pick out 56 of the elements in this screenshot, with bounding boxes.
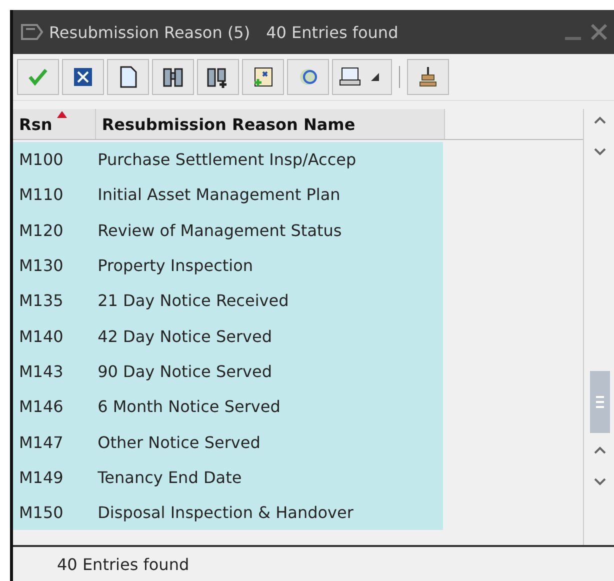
table-row[interactable]: M135 21 Day Notice Received — [13, 283, 443, 318]
table-cell-text: Purchase Settlement Insp/Accep — [96, 150, 358, 170]
pin-button[interactable] — [407, 59, 449, 95]
grip-icon — [596, 396, 604, 408]
table-row[interactable]: M143 90 Day Notice Served — [13, 354, 443, 390]
table-cell-text: Disposal Inspection & Handover — [96, 503, 354, 522]
table-row[interactable]: M146 6 Month Notice Served — [13, 389, 443, 424]
table-cell-text: 42 Day Notice Served — [96, 326, 273, 346]
table-cell-text: 21 Day Notice Received — [96, 291, 290, 310]
table-row[interactable]: M120 Review of Management Status — [13, 212, 443, 248]
table-cell-text: M143 — [18, 362, 64, 381]
table-cell-text: Review of Management Status — [96, 220, 343, 240]
table-cell-text: M140 — [18, 326, 64, 346]
window-subtitle: 40 Entries found — [266, 22, 398, 42]
hand-button[interactable] — [287, 59, 329, 95]
page-down-icon[interactable] — [593, 477, 607, 487]
new-page-button[interactable] — [107, 59, 149, 95]
table-cell-text: M110 — [18, 185, 64, 204]
table-cell-text: 90 Day Notice Served — [96, 362, 273, 381]
find-button[interactable] — [152, 59, 194, 95]
table-row[interactable]: M149 Tenancy End Date — [13, 460, 443, 495]
table-cell-text: M135 — [18, 291, 64, 310]
scroll-down-icon[interactable] — [593, 147, 607, 157]
table-cell-text: Other Notice Served — [96, 432, 262, 452]
table-cell-text: M150 — [18, 503, 64, 522]
table-cell-text: Initial Asset Management Plan — [96, 185, 342, 204]
table-cell-text: M146 — [18, 397, 64, 416]
status-text: 40 Entries found — [57, 554, 190, 574]
cancel-button[interactable] — [62, 59, 104, 95]
find-next-button[interactable] — [197, 59, 239, 95]
column-header[interactable]: Resubmission Reason Name — [96, 109, 445, 139]
table-cell-text: Property Inspection — [96, 256, 254, 276]
table-cell-text: 6 Month Notice Served — [96, 397, 282, 416]
table-cell-text: M149 — [18, 468, 64, 487]
table-row[interactable]: M130 Property Inspection — [13, 248, 443, 284]
add-button[interactable] — [242, 59, 284, 95]
table-cell-text: M147 — [18, 432, 64, 452]
scrollbar-thumb[interactable] — [590, 371, 610, 433]
table-cell-text: M130 — [18, 256, 64, 276]
table-row[interactable]: M140 42 Day Notice Served — [13, 318, 443, 354]
close-icon[interactable] — [589, 22, 609, 42]
column-header[interactable]: Rsn — [13, 109, 96, 139]
window-icon — [21, 24, 43, 40]
table-row[interactable]: M150 Disposal Inspection & Handover — [13, 494, 443, 530]
table-row[interactable]: M110 Initial Asset Management Plan — [13, 177, 443, 213]
table-cell-text: M100 — [18, 150, 64, 170]
window-title: Resubmission Reason (5) — [49, 22, 250, 42]
table-cell-text: Tenancy End Date — [96, 468, 243, 487]
table-cell-text: M120 — [18, 220, 64, 240]
table-row[interactable]: M100 Purchase Settlement Insp/Accep — [13, 142, 443, 178]
print-button[interactable] — [332, 59, 392, 95]
dropdown-icon — [371, 73, 379, 81]
page-up-icon[interactable] — [593, 445, 607, 455]
scroll-up-icon[interactable] — [593, 115, 607, 125]
table-row[interactable]: M147 Other Notice Served — [13, 424, 443, 460]
cancel-icon — [71, 65, 95, 89]
